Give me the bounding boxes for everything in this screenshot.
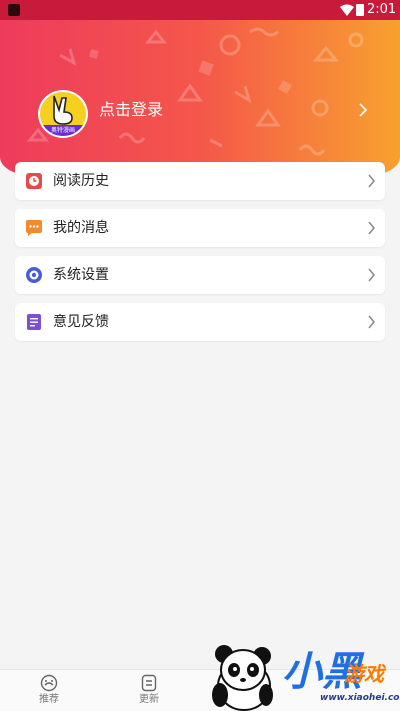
- message-icon: [26, 220, 42, 236]
- tab-label: 推荐: [39, 694, 59, 705]
- chevron-right-icon: [368, 315, 375, 329]
- menu-item-system-settings[interactable]: 系统设置: [15, 256, 385, 294]
- recommend-icon: [40, 674, 58, 692]
- menu-item-label: 阅读历史: [53, 173, 109, 189]
- watermark-url: www.xiaohei.com: [320, 693, 400, 703]
- panda-watermark-icon: [212, 645, 273, 711]
- avatar-badge-text: 奥特漫画: [40, 125, 86, 136]
- avatar[interactable]: 奥特漫画: [38, 90, 88, 138]
- menu-item-feedback[interactable]: 意见反馈: [15, 303, 385, 341]
- menu-item-label: 意见反馈: [53, 314, 109, 330]
- watermark-logo: 小黑 游戏 www.xiaohei.com: [282, 650, 400, 711]
- watermark-logo-sub: 游戏: [344, 662, 384, 686]
- chevron-right-icon[interactable]: [358, 102, 368, 118]
- tab-recommend[interactable]: 推荐: [19, 674, 79, 710]
- menu-item-label: 系统设置: [53, 267, 109, 283]
- menu-item-my-messages[interactable]: 我的消息: [15, 209, 385, 247]
- login-link[interactable]: 点击登录: [99, 99, 163, 121]
- settings-icon: [26, 267, 42, 283]
- victory-hand-icon: [53, 95, 73, 125]
- history-icon: [26, 173, 42, 189]
- chevron-right-icon: [368, 174, 375, 188]
- profile-header: 奥特漫画 点击登录: [0, 20, 400, 175]
- status-time: 2:01: [367, 2, 397, 17]
- app-notification-icon: [8, 4, 20, 16]
- wifi-icon: [340, 4, 354, 16]
- chevron-right-icon: [368, 268, 375, 282]
- feedback-icon: [27, 314, 41, 330]
- status-bar: 2:01: [0, 0, 400, 20]
- tab-label: 更新: [139, 694, 159, 705]
- battery-icon: [356, 4, 364, 16]
- menu-item-label: 我的消息: [53, 220, 109, 236]
- chevron-right-icon: [368, 221, 375, 235]
- tab-update[interactable]: 更新: [119, 674, 179, 710]
- update-icon: [141, 674, 157, 692]
- menu-item-reading-history[interactable]: 阅读历史: [15, 162, 385, 200]
